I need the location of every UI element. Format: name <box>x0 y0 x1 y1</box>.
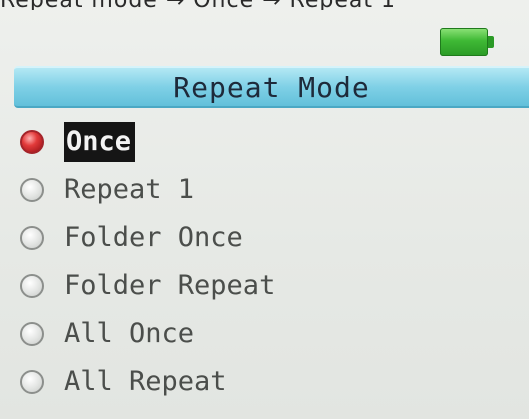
repeat-mode-options: Once Repeat 1 Folder Once Folder Repeat … <box>0 120 529 410</box>
option-label: All Repeat <box>64 366 227 397</box>
option-folder-once[interactable]: Folder Once <box>0 216 529 262</box>
option-all-repeat[interactable]: All Repeat <box>0 360 529 406</box>
option-label: Repeat 1 <box>64 174 195 205</box>
option-once[interactable]: Once <box>0 120 529 166</box>
top-caption: Repeat mode → Once → Repeat 1 <box>0 0 529 10</box>
menu-header: Repeat Mode <box>14 66 529 108</box>
radio-button-icon[interactable] <box>20 178 44 202</box>
radio-button-icon[interactable] <box>20 370 44 394</box>
battery-icon <box>440 28 495 56</box>
option-folder-repeat[interactable]: Folder Repeat <box>0 264 529 310</box>
option-label: Folder Once <box>64 222 243 253</box>
radio-button-checked-icon[interactable] <box>20 130 44 154</box>
option-repeat-1[interactable]: Repeat 1 <box>0 168 529 214</box>
battery-tip <box>488 36 494 48</box>
device-screen: Repeat mode → Once → Repeat 1 Repeat Mod… <box>0 0 529 419</box>
radio-button-icon[interactable] <box>20 226 44 250</box>
page-title: Repeat Mode <box>173 71 370 104</box>
radio-button-icon[interactable] <box>20 274 44 298</box>
option-label: Folder Repeat <box>64 270 276 301</box>
radio-button-icon[interactable] <box>20 322 44 346</box>
status-bar <box>0 10 529 60</box>
option-all-once[interactable]: All Once <box>0 312 529 358</box>
option-label: Once <box>64 122 136 162</box>
option-label: All Once <box>64 318 195 349</box>
battery-body <box>440 28 488 56</box>
